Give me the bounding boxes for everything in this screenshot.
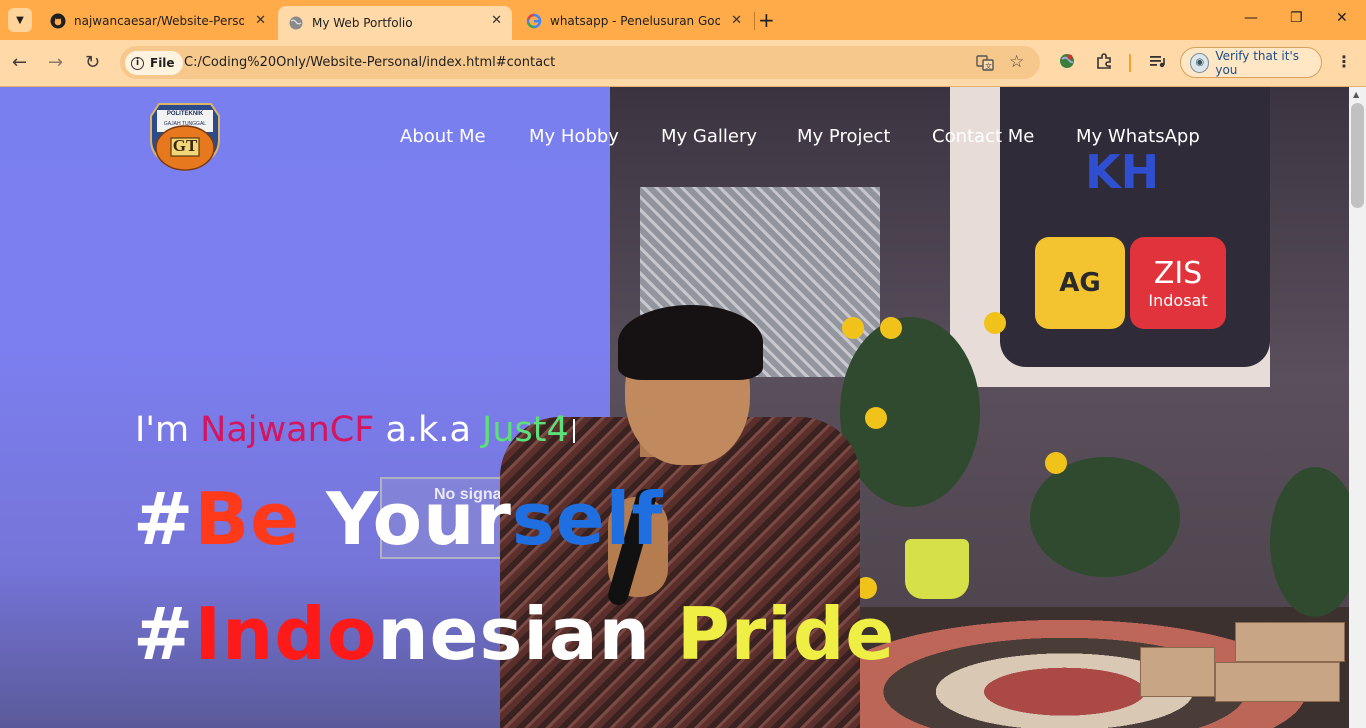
nav-my-whatsapp[interactable]: My WhatsApp	[1076, 126, 1200, 147]
sponsor-logo-ag: AG	[1035, 237, 1125, 329]
extension-earth-icon[interactable]	[1058, 52, 1076, 74]
back-icon[interactable]: ←	[12, 53, 27, 73]
flower	[865, 407, 887, 429]
logo-bottom-text: GAJAH TUNGGAL	[163, 121, 207, 127]
hero3-pride: Pride	[676, 592, 896, 676]
hero-name: NajwanCF	[200, 410, 375, 450]
logo-top-text: POLITEKNIK	[166, 111, 204, 117]
avatar: ◉	[1190, 52, 1210, 73]
banner-logo: KH	[1085, 145, 1160, 199]
forward-icon[interactable]: →	[48, 53, 63, 73]
page-viewport: KH AG ZIS Indosat No signal POLITEKNIK G…	[0, 87, 1349, 728]
flower-pot	[905, 539, 969, 599]
globe-icon	[288, 15, 304, 31]
background-plant	[1030, 457, 1180, 577]
nav-my-gallery[interactable]: My Gallery	[661, 126, 757, 147]
person-hair	[618, 305, 763, 380]
close-icon[interactable]: ✕	[491, 13, 502, 29]
hero3-hash: #	[133, 592, 195, 676]
flower	[842, 317, 864, 339]
close-icon[interactable]: ✕	[731, 13, 742, 29]
background-plant	[840, 317, 980, 507]
close-window-icon[interactable]: ✕	[1336, 10, 1348, 26]
hero3-space	[651, 592, 677, 676]
translate-icon[interactable]: 文	[976, 54, 994, 76]
typing-cursor	[572, 419, 575, 443]
scrollbar-thumb[interactable]	[1351, 103, 1364, 208]
hero-aka: a.k.a	[374, 410, 483, 450]
verify-profile-button[interactable]: ◉ Verify that it's you	[1180, 47, 1322, 78]
new-tab-button[interactable]: +	[758, 10, 775, 30]
hero2-be: Be	[194, 477, 301, 561]
hero-indonesian-pride: #Indonesian Pride	[133, 592, 895, 676]
nav-contact-me[interactable]: Contact Me	[932, 126, 1034, 147]
tab-search-button[interactable]: ▼	[8, 8, 32, 32]
sponsor-logo-zis: ZIS Indosat	[1130, 237, 1226, 329]
gift-box	[1140, 647, 1215, 697]
nav-about-me[interactable]: About Me	[400, 126, 486, 147]
hero-intro-prefix: I'm	[135, 410, 201, 450]
site-info-chip[interactable]: i File	[125, 51, 183, 75]
github-icon	[50, 13, 66, 29]
logo-monogram: GT	[172, 136, 198, 155]
sponsor-zis-sub: Indosat	[1148, 291, 1208, 310]
hero3-nesian: nesian	[377, 592, 651, 676]
scroll-up-icon[interactable]: ▲	[1353, 90, 1359, 99]
scheme-label: File	[150, 56, 175, 70]
star-icon[interactable]: ☆	[1009, 52, 1024, 72]
hero-be-yourself: #Be Yourself	[133, 477, 664, 561]
restore-icon[interactable]: ❐	[1290, 10, 1303, 26]
tab-github[interactable]: najwancaesar/Website-Personal ✕	[40, 6, 276, 36]
tab-separator	[754, 12, 755, 30]
sponsor-zis-title: ZIS	[1153, 256, 1203, 291]
gift-box	[1215, 662, 1340, 702]
close-icon[interactable]: ✕	[255, 13, 266, 29]
minimize-icon[interactable]: —	[1244, 10, 1258, 26]
toolbar-divider	[1129, 54, 1131, 72]
tab-google[interactable]: whatsapp - Penelusuran Google ✕	[516, 6, 752, 36]
tab-title: My Web Portfolio	[312, 16, 413, 30]
site-logo[interactable]: POLITEKNIK GAJAH TUNGGAL GT	[147, 100, 223, 172]
flower	[984, 312, 1006, 334]
media-queue-icon[interactable]	[1148, 52, 1166, 74]
nav-my-hobby[interactable]: My Hobby	[529, 126, 619, 147]
info-icon: i	[131, 56, 144, 70]
hero3-indo: Indo	[194, 592, 378, 676]
hero2-your: Your	[326, 477, 512, 561]
svg-text:文: 文	[985, 62, 992, 71]
verify-label: Verify that it's you	[1215, 48, 1299, 77]
nav-my-project[interactable]: My Project	[797, 126, 891, 147]
flower	[1045, 452, 1067, 474]
hero-alias-typing: Just4	[482, 410, 569, 450]
tab-title: whatsapp - Penelusuran Google	[550, 14, 720, 28]
more-menu-icon[interactable]: ⋮	[1336, 52, 1352, 71]
hero2-space	[300, 477, 326, 561]
flower	[880, 317, 902, 339]
hero-intro: I'm NajwanCF a.k.a Just4	[135, 410, 575, 450]
url-text[interactable]: C:/Coding%20Only/Website-Personal/index.…	[184, 55, 555, 70]
hero2-self: self	[511, 477, 664, 561]
tab-title: najwancaesar/Website-Personal	[74, 14, 244, 28]
gift-box	[1235, 622, 1345, 662]
reload-icon[interactable]: ↻	[85, 53, 100, 73]
hero2-hash: #	[133, 477, 195, 561]
extensions-puzzle-icon[interactable]	[1095, 52, 1113, 74]
chevron-down-icon: ▼	[16, 14, 24, 26]
tab-portfolio[interactable]: My Web Portfolio ✕	[278, 6, 512, 40]
google-icon	[526, 13, 542, 29]
